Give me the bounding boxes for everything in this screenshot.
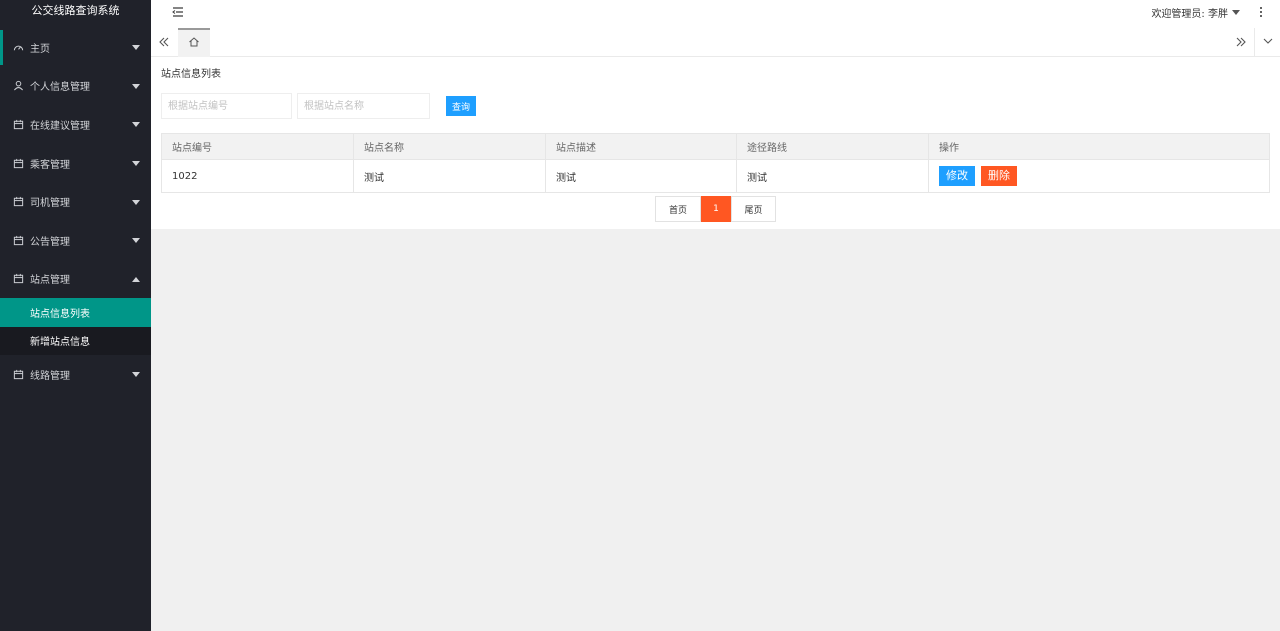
calendar-icon <box>12 118 24 130</box>
sidebar-item-label: 司机管理 <box>30 198 70 210</box>
page-title: 站点信息列表 <box>161 69 221 80</box>
sidebar-item-label: 主页 <box>30 43 50 55</box>
table-header-row: 站点编号 站点名称 站点描述 途径路线 操作 <box>161 133 1270 160</box>
edit-button[interactable]: 修改 <box>939 166 975 186</box>
sidebar-item-routes[interactable]: 线路管理 <box>0 355 151 394</box>
calendar-icon <box>12 273 24 285</box>
sidebar-item-label: 乘客管理 <box>30 159 70 171</box>
delete-button[interactable]: 删除 <box>981 166 1017 186</box>
sidebar-subitem-add-station[interactable]: 新增站点信息 <box>0 327 151 356</box>
user-icon <box>12 80 24 92</box>
calendar-icon <box>12 234 24 246</box>
tab-menu-button[interactable] <box>1254 28 1280 57</box>
cell-station-desc: 测试 <box>545 159 737 193</box>
column-header-route: 途径路线 <box>736 133 929 160</box>
chevron-down-icon <box>132 372 140 378</box>
pager-current-page[interactable]: 1 <box>701 196 731 222</box>
sidebar-subitem-station-list[interactable]: 站点信息列表 <box>0 298 151 327</box>
pagination: 首页 1 尾页 <box>655 196 776 222</box>
main-content: 站点信息列表 查询 站点编号 站点名称 站点描述 途径路线 操作 1022 测试… <box>151 57 1280 229</box>
calendar-icon <box>12 157 24 169</box>
sidebar-item-suggestions[interactable]: 在线建议管理 <box>0 105 151 144</box>
chevron-up-icon <box>132 276 140 282</box>
double-chevron-right-icon[interactable] <box>1234 35 1248 49</box>
chevron-down-icon <box>132 45 140 51</box>
station-table: 站点编号 站点名称 站点描述 途径路线 操作 1022 测试 测试 测试 修改删… <box>161 133 1270 193</box>
sidebar-item-label: 公告管理 <box>30 236 70 248</box>
column-header-name: 站点名称 <box>353 133 546 160</box>
column-header-code: 站点编号 <box>161 133 354 160</box>
sidebar-item-profile[interactable]: 个人信息管理 <box>0 67 151 106</box>
home-icon <box>188 36 200 51</box>
table-row: 1022 测试 测试 测试 修改 删除 <box>161 159 1270 193</box>
user-menu[interactable]: 欢迎管理员: 李胖 <box>1151 5 1240 20</box>
cell-actions: 修改 删除 <box>928 159 1270 193</box>
sidebar: 公交线路查询系统 主页 个人信息管理 在线建议管理 乘客管理 司机管理 公告管理… <box>0 0 151 631</box>
top-header: 欢迎管理员: 李胖 <box>151 0 1280 28</box>
cell-station-route: 测试 <box>736 159 929 193</box>
double-chevron-left-icon[interactable] <box>157 35 171 49</box>
tab-bar <box>151 28 1280 57</box>
cell-station-name: 测试 <box>353 159 546 193</box>
pager-first[interactable]: 首页 <box>655 196 701 222</box>
cell-station-code: 1022 <box>161 159 354 193</box>
station-code-input[interactable] <box>161 93 292 119</box>
menu-toggle-icon[interactable] <box>171 5 185 19</box>
calendar-icon <box>12 196 24 208</box>
search-button[interactable]: 查询 <box>446 96 476 116</box>
sidebar-item-label: 在线建议管理 <box>30 120 90 132</box>
sidebar-subnav-stations: 站点信息列表 新增站点信息 <box>0 298 151 356</box>
chevron-down-icon <box>132 199 140 205</box>
sidebar-item-announcements[interactable]: 公告管理 <box>0 221 151 260</box>
caret-down-icon <box>1232 10 1240 15</box>
chevron-down-icon <box>1262 35 1274 50</box>
app-title: 公交线路查询系统 <box>31 4 120 17</box>
sidebar-item-stations[interactable]: 站点管理 <box>0 260 151 299</box>
column-header-desc: 站点描述 <box>545 133 737 160</box>
user-label: 欢迎管理员: 李胖 <box>1151 9 1228 20</box>
station-name-input[interactable] <box>297 93 430 119</box>
calendar-icon <box>12 368 24 380</box>
tab-home[interactable] <box>178 28 210 57</box>
sidebar-item-label: 线路管理 <box>30 370 70 382</box>
dashboard-icon <box>12 41 24 53</box>
chevron-down-icon <box>132 122 140 128</box>
chevron-down-icon <box>132 161 140 167</box>
sidebar-item-home[interactable]: 主页 <box>0 28 151 67</box>
sidebar-item-label: 个人信息管理 <box>30 82 90 94</box>
chevron-down-icon <box>132 83 140 89</box>
sidebar-item-passengers[interactable]: 乘客管理 <box>0 144 151 183</box>
sidebar-item-drivers[interactable]: 司机管理 <box>0 182 151 221</box>
chevron-down-icon <box>132 238 140 244</box>
pager-last[interactable]: 尾页 <box>731 196 776 222</box>
more-vertical-icon[interactable] <box>1258 5 1264 19</box>
column-header-actions: 操作 <box>928 133 1270 160</box>
sidebar-item-label: 站点管理 <box>30 275 70 287</box>
